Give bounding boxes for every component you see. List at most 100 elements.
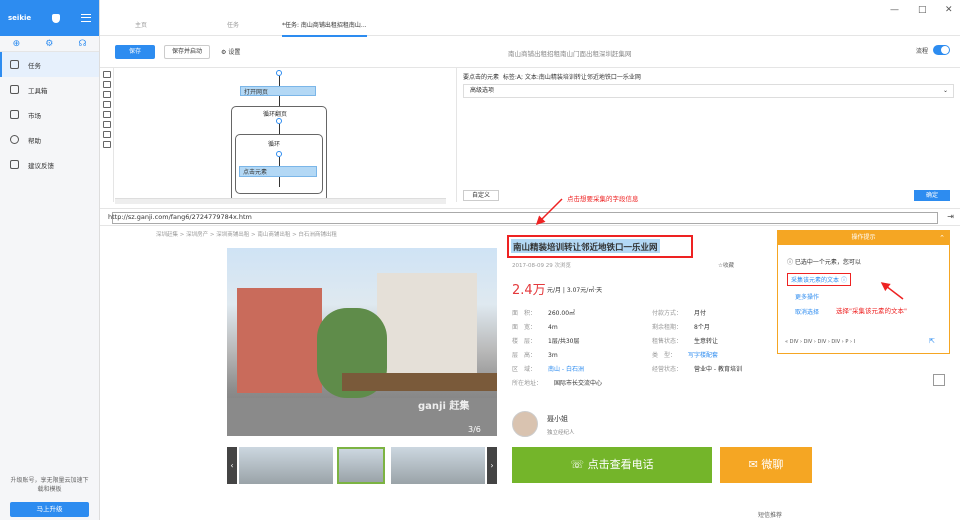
attr-key: 区 域：	[512, 366, 537, 373]
thumbnail[interactable]	[285, 447, 333, 484]
minimize-icon[interactable]: —	[890, 5, 899, 15]
comment-icon[interactable]	[102, 111, 111, 118]
thumbnail[interactable]	[337, 447, 385, 484]
chat-button[interactable]: ✉ 微聊	[720, 447, 812, 483]
listing-title[interactable]: 南山精装培训转让邻近地铁口一乐业网	[511, 239, 660, 253]
thumbnail[interactable]	[391, 447, 439, 484]
headset-icon[interactable]: ☊	[78, 39, 86, 49]
collapse-icon[interactable]: ⌃	[939, 231, 945, 245]
settings-button[interactable]: ⚙ 设置	[221, 47, 240, 56]
tab-home[interactable]: 主页	[135, 20, 147, 29]
next-icon[interactable]: ›	[487, 447, 497, 484]
loop-icon[interactable]	[102, 131, 111, 138]
define-button[interactable]: 自定义	[463, 190, 499, 201]
popup-message: ⓘ 已选中一个元素，您可以	[787, 257, 861, 266]
attr-value[interactable]: 写字楼配套	[688, 352, 718, 359]
thumbnail[interactable]	[437, 447, 485, 484]
attr-region: 区 域： 南山 - 白石洲	[512, 364, 584, 373]
attr-key: 付款方式：	[652, 310, 683, 317]
task-toolbar: 保存 保存并启动 ⚙ 设置 南山商铺出租招租南山门面出租深圳赶集网 流程	[100, 36, 960, 68]
attr-address: 所在地址： 国际市长交流中心	[512, 378, 602, 387]
attr-key: 楼 层：	[512, 338, 537, 345]
add-icon[interactable]: ⊕	[13, 39, 21, 49]
settings-label: 设置	[228, 49, 241, 56]
attr-area: 面 积： 260.00㎡	[512, 308, 575, 317]
sidebar-item-feedback[interactable]: 建议反馈	[0, 152, 99, 177]
upgrade-text: 升级账号，享无限量云加速下载和模板	[10, 477, 89, 493]
flow-label: 流程	[915, 48, 928, 55]
copy-icon[interactable]	[933, 374, 945, 386]
attr-value: 生意转让	[694, 338, 719, 345]
sidebar-item-label: 市场	[28, 111, 41, 120]
tab-bar: 主页 任务 *任务: 南山商铺出租招租南山... — □ ✕	[100, 0, 960, 37]
sidebar-item-tasks[interactable]: 任务	[0, 52, 99, 77]
call-label: 点击查看电话	[587, 458, 654, 471]
list-icon[interactable]	[102, 121, 111, 128]
advanced-options-select[interactable]: 高级选项 ⌄	[463, 84, 954, 98]
fav-label: 收藏	[722, 263, 734, 269]
branch-icon[interactable]	[102, 141, 111, 148]
edit-icon[interactable]	[102, 101, 111, 108]
sidebar: seikie ⊕ ⚙ ☊ 任务 工具箱 市场 帮助 建议反馈 升级账号，享无限量…	[0, 0, 100, 520]
sidebar-item-market[interactable]: 市场	[0, 102, 99, 127]
help-icon: ⓘ	[840, 277, 847, 284]
tab-current-task[interactable]: *任务: 南山商铺出租招租南山...	[282, 20, 367, 37]
menu-icon[interactable]	[81, 14, 91, 22]
attr-payment: 付款方式： 月付	[652, 308, 706, 317]
gear-icon: ⚙	[221, 49, 227, 56]
close-icon[interactable]: ✕	[945, 5, 953, 15]
confirm-button[interactable]: 确定	[914, 190, 950, 201]
sidebar-header: seikie	[0, 0, 99, 36]
flow-toggle[interactable]	[933, 45, 950, 55]
maximize-icon[interactable]: □	[918, 5, 927, 15]
vertical-toolbox	[100, 68, 114, 202]
sidebar-item-toolbox[interactable]: 工具箱	[0, 77, 99, 102]
url-text[interactable]: http://sz.ganji.com/fang6/2724779784x.ht…	[108, 213, 252, 221]
prev-icon[interactable]: ‹	[227, 447, 237, 484]
tab-tasks[interactable]: 任务	[227, 20, 239, 29]
horizontal-scrollbar[interactable]	[115, 198, 446, 204]
element-panel: 要点击的元素 标签:A; 文本:南山精装培训转让邻近地铁口一乐业网 高级选项 ⌄ …	[456, 68, 956, 202]
building-shape	[237, 288, 322, 393]
more-actions-link[interactable]: 更多操作	[795, 292, 819, 301]
attr-status: 租售状态： 生意转让	[652, 336, 718, 345]
click-icon[interactable]	[102, 81, 111, 88]
connector	[279, 177, 280, 187]
call-button[interactable]: ☏ 点击查看电话	[512, 447, 712, 483]
advanced-label: 高级选项	[470, 87, 495, 94]
connector	[279, 96, 280, 106]
chat-icon: ✉	[748, 458, 762, 471]
sidebar-item-help[interactable]: 帮助	[0, 127, 99, 152]
flow-step-open-page[interactable]: 打开网页	[240, 86, 316, 96]
connector	[279, 124, 280, 134]
attr-value: 国际市长交流中心	[554, 380, 603, 387]
upgrade-button[interactable]: 马上升级	[10, 502, 89, 517]
attr-lease: 剩余租期： 8个月	[652, 322, 710, 331]
extract-icon[interactable]	[102, 91, 111, 98]
cancel-selection-link[interactable]: 取消选择	[795, 307, 819, 316]
attr-key: 面 积：	[512, 310, 537, 317]
thumbnail[interactable]	[239, 447, 287, 484]
favorite-button[interactable]: ☆收藏	[718, 261, 734, 269]
element-path[interactable]: « DIV › DIV › DIV › DIV › P › I	[785, 339, 855, 345]
operation-tips-popup: 操作提示 ⌃ ⓘ 已选中一个元素，您可以 采集该元素的文本 ⓘ 更多操作 取消选择…	[777, 230, 950, 354]
go-icon[interactable]: ⇥	[947, 212, 954, 221]
chevron-down-icon: ⌄	[942, 87, 948, 94]
save-start-button[interactable]: 保存并启动	[164, 45, 210, 59]
attr-key: 所在地址：	[512, 380, 543, 387]
extract-text-link[interactable]: 采集该元素的文本 ⓘ	[787, 273, 851, 286]
expand-icon[interactable]: ⇱	[929, 337, 935, 345]
attr-floor: 楼 层： 1层/共30层	[512, 336, 580, 345]
flow-step-click-element[interactable]: 点击元素	[239, 166, 317, 177]
gear-icon[interactable]: ⚙	[45, 39, 53, 49]
browser-icon[interactable]	[102, 71, 111, 78]
breadcrumb[interactable]: 深圳赶集 > 深圳房产 > 深圳商铺出租 > 南山商铺出租 > 白石洲商铺出租	[156, 230, 337, 238]
attr-value: 4m	[548, 324, 558, 331]
shield-icon[interactable]	[52, 13, 61, 23]
attr-value[interactable]: 南山 - 白石洲	[548, 366, 584, 373]
connector	[279, 157, 280, 166]
store-icon	[10, 110, 19, 119]
sidebar-item-label: 工具箱	[28, 86, 48, 95]
save-button[interactable]: 保存	[115, 45, 155, 59]
share-button[interactable]: 短信推荐	[758, 510, 782, 519]
